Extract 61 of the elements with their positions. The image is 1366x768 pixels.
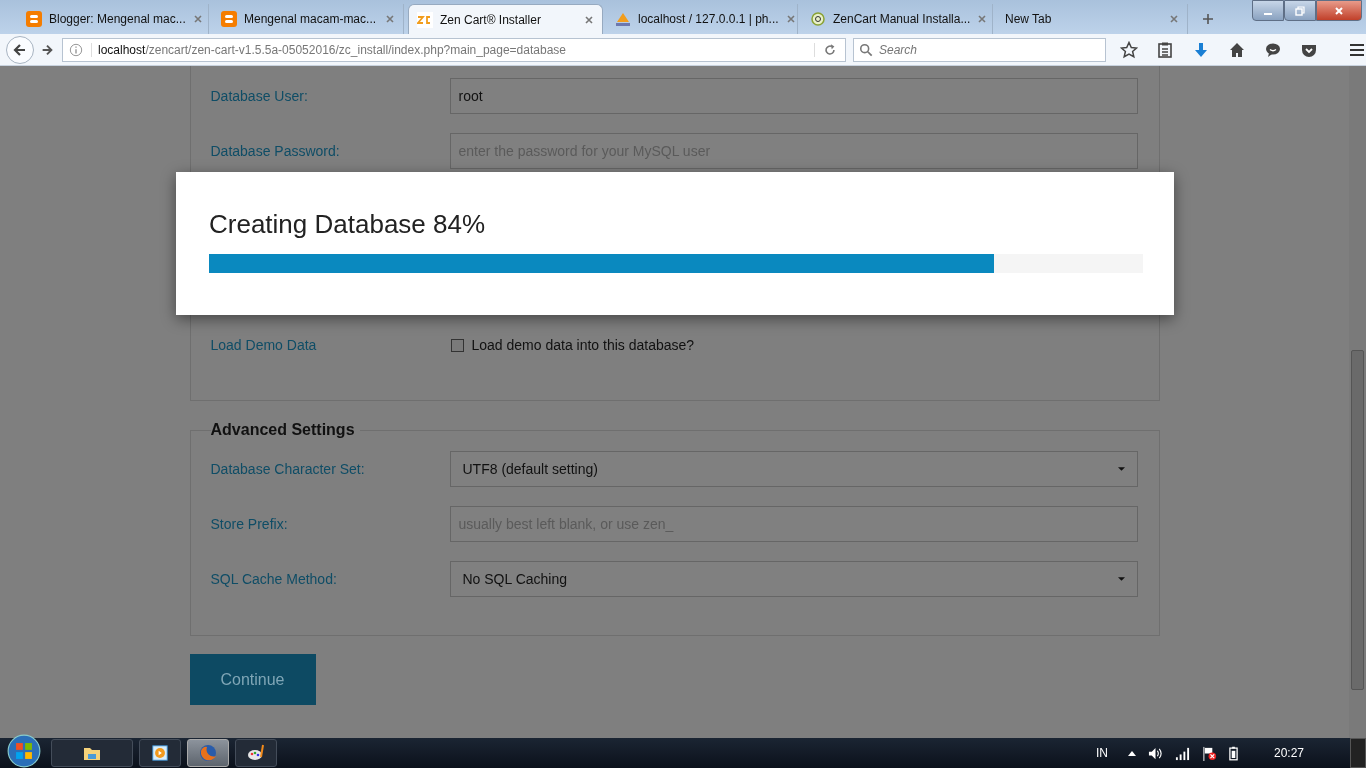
field-label: Load Demo Data <box>210 337 318 353</box>
checkbox-label: Load demo data into this database? <box>471 337 695 353</box>
caret-icon[interactable] <box>1127 750 1136 756</box>
speaker-icon[interactable] <box>1147 745 1163 761</box>
field-label: Database User: <box>210 88 309 104</box>
close-icon[interactable] <box>385 14 395 24</box>
home-icon[interactable] <box>1228 40 1246 59</box>
new-tab-icon[interactable] <box>1202 13 1214 25</box>
search-icon <box>859 42 873 57</box>
close-icon <box>1334 5 1344 16</box>
close-icon[interactable] <box>584 14 594 25</box>
restore-button[interactable] <box>1284 0 1316 21</box>
browser-tab[interactable]: Zen Cart® Installer <box>408 4 603 34</box>
url-text: localhost/zencart/zen-cart-v1.5.5a-05052016/zc_install/index.php?main_page=database <box>91 42 806 57</box>
taskbar-button[interactable] <box>235 739 277 767</box>
zc-logo-icon <box>417 11 433 28</box>
blogger-icon <box>26 11 42 27</box>
select-dropdown[interactable]: UTF8 (default setting) <box>449 451 1138 487</box>
reload-icon[interactable] <box>814 42 837 57</box>
checkbox[interactable] <box>450 338 464 352</box>
clock-text[interactable]: 20:27 <box>1273 746 1304 760</box>
field-label: Store Prefix: <box>210 516 289 532</box>
info-icon <box>69 42 83 57</box>
continue-button[interactable]: Continue <box>189 654 316 705</box>
close-button[interactable] <box>1316 0 1362 21</box>
forward-icon[interactable] <box>40 42 54 57</box>
back-button[interactable] <box>6 35 34 64</box>
blogger-icon <box>221 11 237 27</box>
field-label: Database Password: <box>210 143 341 159</box>
language-indicator[interactable]: IN <box>1095 746 1108 760</box>
field-label: Database Character Set: <box>210 461 366 477</box>
star-icon[interactable] <box>1120 40 1138 59</box>
close-icon[interactable] <box>977 14 988 24</box>
minimize-icon <box>1264 12 1272 15</box>
section-title: Advanced Settings <box>210 421 356 439</box>
input-field[interactable]: root <box>449 78 1138 114</box>
caret-icon <box>1117 467 1125 471</box>
reading-list-icon[interactable] <box>1156 40 1174 59</box>
restore-icon <box>1295 5 1305 16</box>
signal-icon[interactable] <box>1174 745 1190 761</box>
start-button[interactable] <box>7 734 41 768</box>
caret-icon <box>1117 577 1125 581</box>
close-icon[interactable] <box>1169 14 1179 24</box>
field-label: SQL Cache Method: <box>210 571 338 587</box>
search-field[interactable]: Search <box>853 37 1106 62</box>
dialog-title: Creating Database 84% <box>209 209 487 240</box>
minimize-button[interactable] <box>1252 0 1284 21</box>
palette-icon <box>246 743 266 763</box>
flag-icon[interactable] <box>1201 745 1217 761</box>
download-icon[interactable] <box>1192 40 1210 59</box>
sail-icon <box>615 11 631 27</box>
play-icon <box>151 744 169 762</box>
close-icon[interactable] <box>785 14 796 24</box>
address-bar[interactable]: localhost/zencart/zen-cart-v1.5.5a-05052016/zc_install/index.php?main_page=database <box>62 37 846 62</box>
taskbar-button[interactable] <box>139 739 181 767</box>
taskbar-button[interactable] <box>51 739 133 767</box>
battery-icon[interactable] <box>1228 745 1238 761</box>
close-icon[interactable] <box>192 14 203 24</box>
select-dropdown[interactable]: No SQL Caching <box>449 561 1138 597</box>
back-arrow-icon <box>12 41 28 58</box>
scrollbar-thumb[interactable] <box>1351 350 1364 690</box>
